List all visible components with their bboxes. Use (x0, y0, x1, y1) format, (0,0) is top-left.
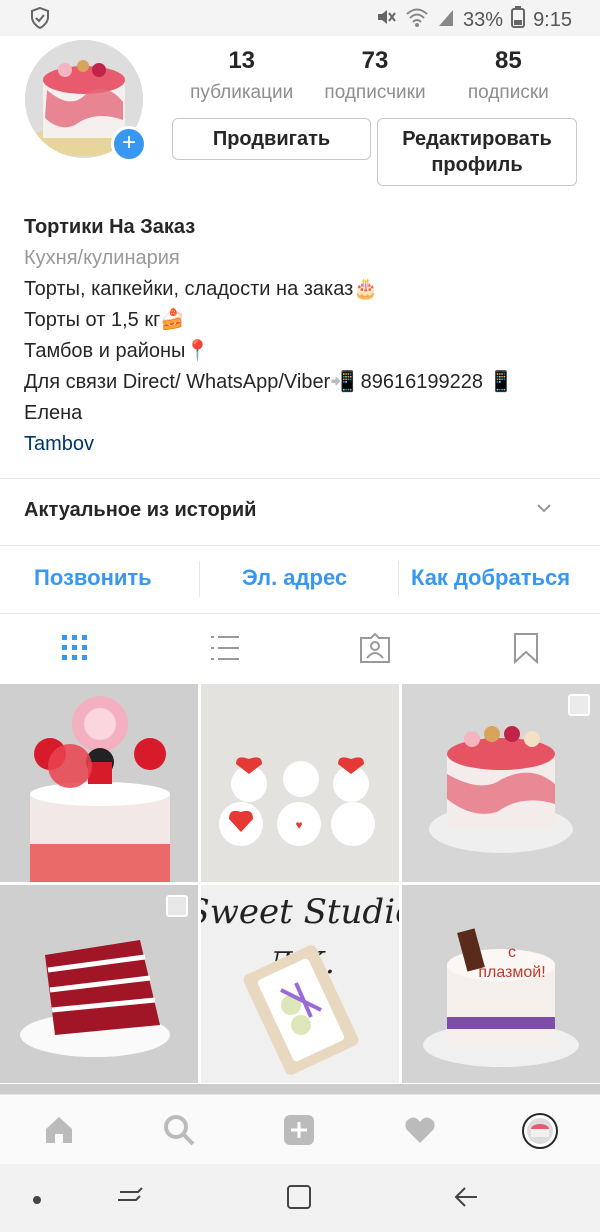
home-icon[interactable] (42, 1113, 76, 1147)
status-bar: 33% 9:15 (0, 0, 600, 36)
post-thumbnail[interactable] (0, 684, 198, 882)
bio-line: Тамбов и районы📍 (24, 340, 211, 362)
highlights-title: Актуальное из историй (24, 499, 257, 521)
add-post-icon[interactable] (282, 1113, 316, 1147)
profile-header: + 13 публикации 73 подписчики 85 подписк… (0, 36, 600, 206)
svg-text:плазмой!: плазмой! (478, 964, 545, 981)
email-button[interactable]: Эл. адрес (242, 565, 347, 591)
system-nav-bar (0, 1164, 600, 1232)
stat-following[interactable]: 85 подписки (442, 46, 575, 108)
battery-percent: 33% (463, 9, 504, 31)
back-icon[interactable] (453, 1184, 479, 1215)
add-story-button[interactable]: + (111, 126, 147, 162)
divider (398, 561, 399, 597)
location-link[interactable]: Tambov (24, 429, 584, 460)
promote-button[interactable]: Продвигать (172, 118, 371, 160)
edit-label-line2: профиль (431, 154, 523, 176)
story-highlights[interactable]: Актуальное из историй (0, 478, 600, 546)
list-view-icon[interactable] (209, 632, 241, 664)
signal-icon (437, 6, 455, 34)
following-count: 85 (494, 47, 522, 74)
multi-post-icon (166, 895, 188, 917)
clock: 9:15 (533, 9, 572, 31)
followers-label: подписчики (324, 82, 426, 103)
wifi-icon (405, 6, 429, 34)
bio-line: Торты от 1,5 кг🍰 (24, 309, 186, 331)
bio-line: Елена (24, 402, 83, 424)
mute-icon (375, 6, 397, 34)
call-button[interactable]: Позвонить (34, 565, 152, 591)
profile-category: Кухня/кулинария (24, 247, 180, 269)
directions-button[interactable]: Как добраться (411, 565, 570, 591)
post-thumbnail[interactable]: ♥ (201, 684, 399, 882)
divider (199, 561, 200, 597)
battery-icon (511, 6, 526, 34)
bio: Тортики На Заказ Кухня/кулинария Торты, … (24, 212, 584, 460)
following-label: подписки (467, 82, 549, 103)
svg-text:♥: ♥ (295, 818, 302, 832)
home-button-icon[interactable] (286, 1184, 312, 1215)
bottom-tab-bar (0, 1094, 600, 1165)
tagged-icon[interactable] (359, 632, 391, 664)
contact-bar: Позвонить Эл. адрес Как добраться (0, 545, 600, 614)
profile-name: Тортики На Заказ (24, 216, 196, 238)
dot-icon (32, 1192, 42, 1210)
edit-label-line1: Редактировать (402, 128, 552, 150)
bookmark-icon[interactable] (510, 632, 542, 665)
post-thumbnail[interactable] (402, 684, 600, 882)
post-grid-next-row (0, 1084, 600, 1094)
bio-line: Для связи Direct/ WhatsApp/Viber📲 896161… (24, 371, 514, 393)
svg-text:с: с (508, 944, 516, 961)
post-thumbnail[interactable] (0, 885, 198, 1083)
followers-count: 73 (361, 47, 389, 74)
posts-label: публикации (190, 82, 294, 103)
chevron-down-icon[interactable] (536, 501, 552, 519)
recent-apps-icon[interactable] (116, 1184, 144, 1213)
search-icon[interactable] (162, 1113, 196, 1147)
stat-followers[interactable]: 73 подписчики (308, 46, 441, 108)
post-thumbnail[interactable]: с плазмой! (402, 885, 600, 1083)
heart-icon[interactable] (403, 1113, 437, 1147)
posts-count: 13 (228, 47, 256, 74)
post-thumbnail[interactable]: Sweet Studio Л.К. (201, 885, 399, 1083)
edit-profile-button[interactable]: Редактировать профиль (377, 118, 577, 186)
promote-label: Продвигать (212, 128, 331, 150)
shield-icon (30, 6, 50, 35)
multi-post-icon (568, 694, 590, 716)
profile-avatar-icon[interactable] (522, 1113, 558, 1149)
bio-line: Торты, капкейки, сладости на заказ🎂 (24, 278, 379, 300)
grid-view-icon[interactable] (59, 632, 91, 664)
stat-posts[interactable]: 13 публикации (175, 46, 308, 108)
profile-tabs (0, 614, 600, 684)
svg-text:Sweet Studio: Sweet Studio (201, 892, 399, 932)
